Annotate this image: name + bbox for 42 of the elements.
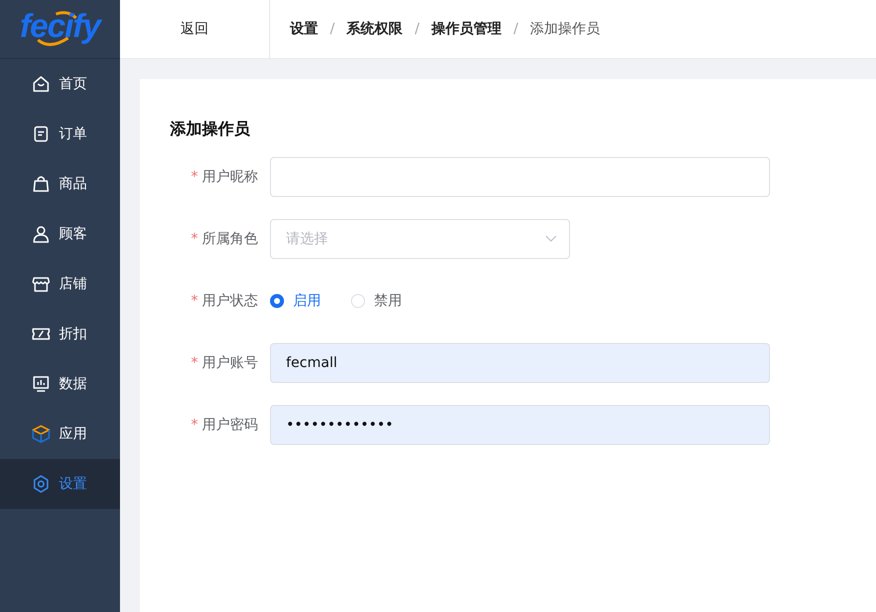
- field-label: 用户昵称: [202, 169, 258, 185]
- input-field[interactable]: [270, 157, 770, 197]
- shopping-bag-icon: [32, 175, 50, 193]
- field-label: 所属角色: [202, 231, 258, 247]
- input-field[interactable]: fecmall: [270, 343, 770, 383]
- sidebar-item[interactable]: 店铺: [0, 259, 120, 309]
- breadcrumb-link[interactable]: 设置: [290, 20, 318, 38]
- store-icon: [32, 275, 50, 293]
- breadcrumb-separator: /: [513, 21, 518, 37]
- required-asterisk: *: [191, 293, 198, 309]
- input-field[interactable]: •••••••••••••: [270, 405, 770, 445]
- breadcrumb-link[interactable]: 操作员管理: [431, 20, 502, 38]
- sidebar-item[interactable]: 商品: [0, 159, 120, 209]
- radio-option[interactable]: 启用: [270, 292, 321, 310]
- sidebar-item[interactable]: 折扣: [0, 309, 120, 359]
- radio-option[interactable]: 禁用: [351, 292, 402, 310]
- breadcrumb-link[interactable]: 系统权限: [346, 20, 403, 38]
- required-asterisk: *: [191, 417, 198, 433]
- form-title: 添加操作员: [170, 119, 251, 140]
- sidebar-item[interactable]: 应用: [0, 409, 120, 459]
- monitor-chart-icon: [32, 375, 50, 393]
- home-icon: [32, 75, 50, 93]
- field-label: 用户状态: [202, 293, 258, 309]
- sidebar-item[interactable]: 顾客: [0, 209, 120, 259]
- field-label: 用户账号: [202, 355, 258, 371]
- field-label: 用户密码: [202, 417, 258, 433]
- required-asterisk: *: [191, 231, 198, 247]
- user-icon: [32, 225, 50, 243]
- back-button[interactable]: 返回: [120, 0, 270, 58]
- breadcrumb-separator: /: [414, 21, 420, 37]
- sidebar-item[interactable]: 数据: [0, 359, 120, 409]
- required-asterisk: *: [191, 355, 198, 371]
- breadcrumb-separator: /: [330, 21, 335, 37]
- breadcrumb-current: 添加操作员: [530, 20, 600, 38]
- sidebar-item[interactable]: 订单: [0, 109, 120, 159]
- document-icon: [32, 125, 50, 143]
- cube-icon: [32, 425, 50, 443]
- chevron-down-icon: [545, 235, 557, 243]
- sidebar-item[interactable]: 首页: [0, 59, 120, 109]
- settings-icon: [32, 475, 50, 493]
- required-asterisk: *: [191, 169, 198, 185]
- sidebar-item[interactable]: 设置: [0, 459, 120, 509]
